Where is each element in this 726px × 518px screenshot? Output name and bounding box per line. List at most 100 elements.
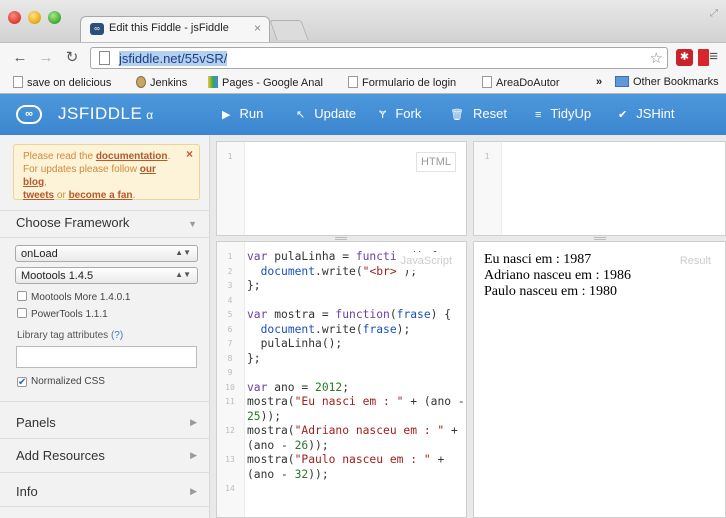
browser-tab[interactable]: ∞ Edit this Fiddle - jsFiddle × [80,16,270,42]
new-tab-button[interactable] [269,20,309,40]
bookmark-formulario[interactable]: Formulario de login [348,76,456,89]
bookmark-star-icon[interactable]: ☆ [650,49,663,67]
line-numbers: 1 2 3 4 5 6 7 8 9 10 11 12 13 14 [217,250,243,497]
page-icon [482,76,492,88]
line-number: 10 [225,382,235,392]
documentation-link[interactable]: documentation [96,151,168,162]
google-drive-icon [208,76,218,88]
line-number: 2 [227,266,233,276]
tweets-link[interactable]: tweets [23,190,54,201]
jsfiddle-logo-icon[interactable]: ∞ [16,105,42,124]
powertools-checkbox[interactable]: PowerTools 1.1.1 [17,308,108,320]
close-window-button[interactable] [8,11,21,24]
panels-section[interactable]: Panels [16,415,56,430]
update-button[interactable]: ↖ Update [296,106,356,121]
notice-box: Please read the documentation. For updat… [13,144,200,201]
url-host: jsfiddle.net [119,51,182,66]
jenkins-icon [136,76,146,88]
chevron-right-icon[interactable]: ▶ [190,486,197,497]
cursor-icon: ↖ [296,109,306,121]
menu-icon[interactable]: ≡ [709,48,718,65]
javascript-panel[interactable]: 1 2 3 4 5 6 7 8 9 10 11 12 13 14 var pulaLinha = f… [216,241,467,518]
jshint-button[interactable]: ✔ JSHint [618,106,675,121]
check-icon: ✔ [618,109,628,121]
line-number [217,439,243,454]
line-number: 5 [227,310,233,319]
choose-framework-heading[interactable]: Choose Framework [16,215,129,230]
line-number: 4 [227,295,233,305]
line-number: 14 [225,484,235,493]
extension-icon[interactable]: ✱ [676,49,693,66]
javascript-editor[interactable]: var pulaLinha = function() { document.wr… [247,250,465,482]
tab-title: Edit this Fiddle - jsFiddle [109,22,229,34]
html-panel-label: HTML [416,152,456,172]
line-number: 8 [227,353,233,363]
line-number: 6 [227,324,233,334]
bookmark-extension-icon[interactable] [698,49,709,66]
browser-title-bar: ∞ Edit this Fiddle - jsFiddle × ⤢ [0,0,726,42]
add-resources-section[interactable]: Add Resources [16,448,105,463]
result-panel: Eu nasci em : 1987 Adriano nasceu em : 1… [473,241,726,518]
play-icon: ▶ [222,109,231,121]
bookmark-google-analytics[interactable]: Pages - Google Anal [208,76,323,89]
resize-grip[interactable] [594,237,606,240]
other-bookmarks[interactable]: Other Bookmarks [615,76,719,88]
trash-icon: 🗑 [450,109,464,121]
reload-icon[interactable]: ↻ [62,48,82,68]
fork-button[interactable]: Ɏ Fork [379,106,421,121]
javascript-panel-label: JavaScript [396,252,456,270]
chevron-down-icon[interactable]: ▼ [188,219,197,229]
jsfiddle-header: ∞ JSFIDDLE α ▶ Run ↖ Update Ɏ Fork 🗑 Reset ≡ T… [0,94,726,135]
css-panel[interactable]: 1 [473,141,726,236]
notice-close-icon[interactable]: × [186,148,193,161]
checkbox-checked-icon[interactable]: ✔ [17,377,27,388]
result-line: Adriano nasceu em : 1986 [484,268,631,283]
url-path: /55vSR/ [181,51,228,66]
load-type-select[interactable]: onLoad ▲▼ [15,245,198,262]
browser-toolbar: ← → ↻ jsfiddle.net/55vSR/ ☆ ✱ ≡ [0,42,726,72]
page-icon [348,76,358,88]
tab-close-icon[interactable]: × [254,21,261,35]
checkbox-icon[interactable] [17,308,27,318]
mootools-more-checkbox[interactable]: Mootools More 1.4.0.1 [17,291,131,303]
resize-grip[interactable] [335,237,347,240]
chevron-right-icon[interactable]: ▶ [190,417,197,428]
result-panel-label: Result [675,252,715,270]
chevron-right-icon[interactable]: ▶ [190,450,197,461]
page-icon [99,51,110,65]
fullscreen-icon[interactable]: ⤢ [710,8,718,19]
html-panel[interactable]: 1 HTML [216,141,467,236]
jsfiddle-logo[interactable]: JSFIDDLE α [58,104,154,124]
library-tag-label: Library tag attributes (?) [17,330,124,341]
line-number [217,468,243,483]
select-arrows-icon: ▲▼ [175,248,191,257]
minimize-window-button[interactable] [28,11,41,24]
info-section[interactable]: Info [16,484,38,499]
select-arrows-icon: ▲▼ [175,270,191,279]
line-number [217,410,243,425]
bookmark-jenkins[interactable]: Jenkins [136,76,187,89]
run-button[interactable]: ▶ Run [222,106,263,121]
forward-arrow-icon[interactable]: → [36,48,56,68]
jsfiddle-favicon-icon: ∞ [90,23,104,35]
align-icon: ≡ [535,109,542,121]
bookmark-delicious[interactable]: save on delicious [13,76,111,89]
result-line: Paulo nasceu em : 1980 [484,284,617,299]
bookmark-areadoautor[interactable]: AreaDoAutor [482,76,560,89]
address-bar[interactable]: jsfiddle.net/55vSR/ ☆ [90,47,668,69]
become-fan-link[interactable]: become a fan [69,190,133,201]
result-line: Eu nasci em : 1987 [484,252,592,267]
line-number: 12 [225,426,235,435]
tidyup-button[interactable]: ≡ TidyUp [535,106,591,121]
library-tag-input[interactable] [16,346,197,368]
back-arrow-icon[interactable]: ← [10,48,30,68]
framework-select[interactable]: Mootools 1.4.5 ▲▼ [15,267,198,284]
zoom-window-button[interactable] [48,11,61,24]
sidebar: Please read the documentation. For updat… [0,135,210,518]
normalized-css-checkbox[interactable]: ✔ Normalized CSS [17,376,105,388]
bookmarks-overflow-button[interactable]: » [596,76,602,88]
checkbox-icon[interactable] [17,291,27,301]
line-number: 7 [227,339,233,348]
help-link[interactable]: (?) [111,330,123,341]
reset-button[interactable]: 🗑 Reset [450,106,507,121]
